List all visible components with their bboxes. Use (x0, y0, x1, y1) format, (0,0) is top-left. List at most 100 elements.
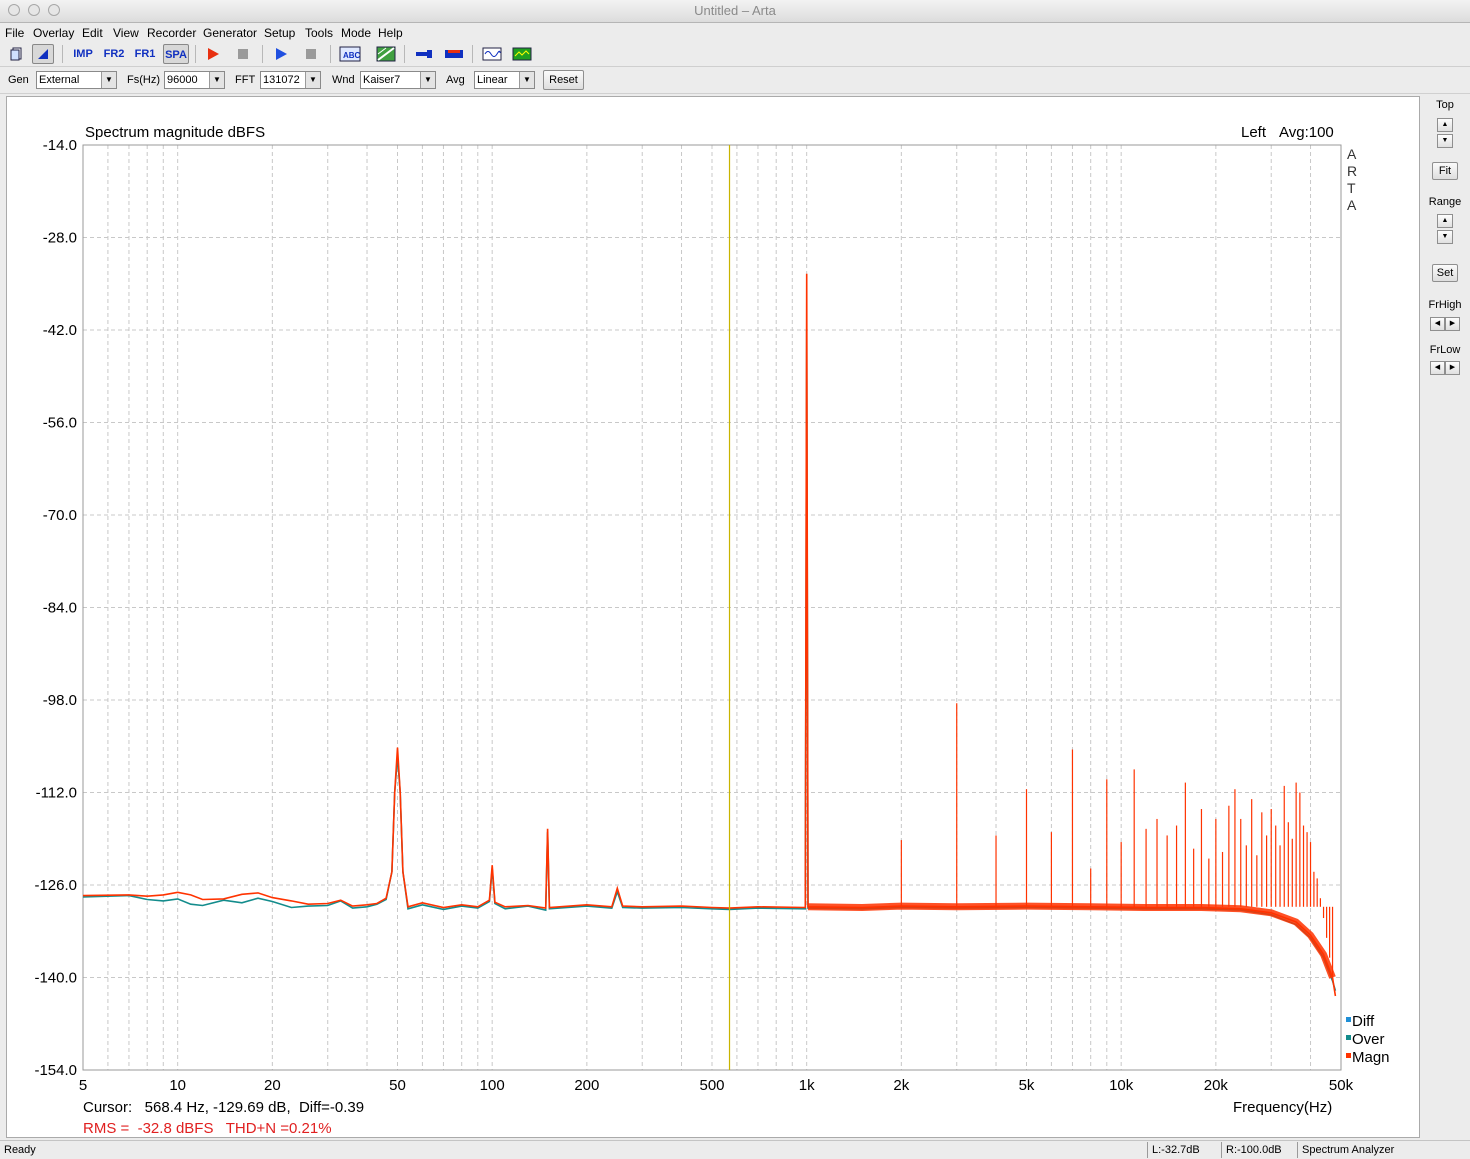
probe-icon[interactable] (412, 44, 436, 64)
rms-thd-readout: RMS = -32.8 dBFS THD+N =0.21% (83, 1120, 332, 1137)
x-tick-label: 20k (1204, 1077, 1229, 1094)
stop-play-icon[interactable] (300, 44, 322, 64)
x-tick-label: 5 (79, 1077, 87, 1094)
menu-overlay[interactable]: Overlay (33, 26, 74, 40)
legend-swatch-diff (1346, 1017, 1351, 1022)
frhigh-right-button[interactable]: ▶ (1445, 317, 1460, 331)
fr1-mode-button[interactable]: FR1 (132, 44, 158, 64)
status-bar: Ready L:-32.7dB R:-100.0dB Spectrum Anal… (0, 1140, 1470, 1159)
top-label: Top (1436, 99, 1454, 111)
spa-mode-button[interactable]: SPA (163, 44, 189, 64)
x-tick-label: 20 (264, 1077, 281, 1094)
sample-rate-value: 96000 (167, 74, 198, 86)
y-tick-label: -154.0 (34, 1062, 77, 1079)
wave-icon[interactable] (480, 44, 504, 64)
menu-edit[interactable]: Edit (82, 26, 103, 40)
arta-brand-letter: R (1347, 163, 1357, 179)
generator-select[interactable]: External ▼ (36, 71, 117, 89)
set-button[interactable]: Set (1432, 264, 1458, 282)
x-tick-label: 200 (574, 1077, 599, 1094)
menu-file[interactable]: File (5, 26, 24, 40)
frhigh-label: FrHigh (1428, 299, 1462, 311)
window-value: Kaiser7 (363, 74, 401, 86)
y-tick-label: -42.0 (43, 322, 77, 339)
y-tick-label: -112.0 (36, 785, 77, 802)
fr2-mode-button[interactable]: FR2 (101, 44, 127, 64)
menu-tools[interactable]: Tools (305, 26, 333, 40)
range-down-button[interactable]: ▼ (1437, 230, 1453, 244)
frlow-right-button[interactable]: ▶ (1445, 361, 1460, 375)
record-icon[interactable] (202, 44, 224, 64)
x-tick-label: 500 (699, 1077, 724, 1094)
frhigh-left-button[interactable]: ◀ (1430, 317, 1445, 331)
fft-size-value: 131072 (263, 74, 300, 86)
fft-label: FFT (235, 74, 256, 86)
window-select[interactable]: Kaiser7 ▼ (360, 71, 436, 89)
series-line-over (82, 329, 1337, 991)
sample-rate-select[interactable]: 96000 ▼ (164, 71, 225, 89)
abc-icon[interactable]: ABC (338, 44, 362, 64)
open-overlay-icon[interactable] (32, 44, 54, 64)
x-tick-label: 10 (169, 1077, 186, 1094)
status-ready: Ready (4, 1144, 36, 1156)
toolbar: IMP FR2 FR1 SPA ABC (0, 42, 1470, 67)
x-tick-label: 1k (799, 1077, 815, 1094)
x-tick-label: 50k (1329, 1077, 1354, 1094)
legend-magn: Magn (1352, 1049, 1390, 1066)
x-tick-label: 2k (893, 1077, 909, 1094)
menu-recorder[interactable]: Recorder (147, 26, 196, 40)
frlow-left-button[interactable]: ◀ (1430, 361, 1445, 375)
x-tick-label: 5k (1019, 1077, 1035, 1094)
legend-swatch-magn (1346, 1053, 1351, 1058)
plot-title: Spectrum magnitude dBFS (85, 124, 265, 141)
fft-size-select[interactable]: 131072 ▼ (260, 71, 321, 89)
fit-button[interactable]: Fit (1432, 162, 1458, 180)
chevron-down-icon: ▼ (420, 72, 435, 88)
play-icon[interactable] (270, 44, 292, 64)
wnd-label: Wnd (332, 74, 355, 86)
y-tick-label: -70.0 (43, 507, 77, 524)
noise-band (807, 902, 1336, 979)
left-level-readout: L:-32.7dB (1147, 1142, 1219, 1158)
legend-swatch-over (1346, 1035, 1351, 1040)
menu-generator[interactable]: Generator (203, 26, 257, 40)
y-tick-label: -28.0 (43, 230, 77, 247)
svg-text:ABC: ABC (343, 51, 361, 60)
menu-view[interactable]: View (113, 26, 139, 40)
range-label: Range (1428, 196, 1462, 208)
stop-record-icon[interactable] (232, 44, 254, 64)
legend-diff: Diff (1352, 1013, 1375, 1030)
spectrum-plot-panel: -14.0 -28.0 -42.0 -56.0 -70.0 -84.0 -98.0 -112.… (6, 96, 1420, 1138)
reset-button[interactable]: Reset (543, 70, 584, 90)
frlow-label: FrLow (1429, 344, 1461, 356)
menu-mode[interactable]: Mode (341, 26, 371, 40)
y-tick-label: -84.0 (43, 600, 77, 617)
chevron-down-icon: ▼ (209, 72, 224, 88)
mode-readout: Spectrum Analyzer (1297, 1142, 1449, 1158)
new-document-icon[interactable] (6, 44, 28, 64)
chevron-down-icon: ▼ (101, 72, 116, 88)
x-tick-label: 100 (480, 1077, 505, 1094)
window-title: Untitled – Arta (694, 3, 776, 18)
menu-help[interactable]: Help (378, 26, 403, 40)
scope-icon[interactable] (510, 44, 534, 64)
fs-label: Fs(Hz) (127, 74, 160, 86)
impulse-mode-button[interactable]: IMP (70, 44, 96, 64)
range-up-button[interactable]: ▲ (1437, 214, 1453, 228)
averaging-select[interactable]: Linear ▼ (474, 71, 535, 89)
y-tick-label: -140.0 (34, 970, 77, 987)
y-tick-label: -14.0 (43, 137, 77, 154)
spectrum-chart[interactable]: -14.0 -28.0 -42.0 -56.0 -70.0 -84.0 -98.0 -112.… (7, 97, 1419, 1137)
bars-icon[interactable] (442, 44, 466, 64)
title-bar: Untitled – Arta (0, 0, 1470, 23)
x-axis-label: Frequency(Hz) (1233, 1099, 1332, 1116)
avg-label: Avg (446, 74, 465, 86)
right-level-readout: R:-100.0dB (1221, 1142, 1295, 1158)
top-down-button[interactable]: ▼ (1437, 134, 1453, 148)
x-tick-label: 10k (1109, 1077, 1134, 1094)
top-up-button[interactable]: ▲ (1437, 118, 1453, 132)
pattern-icon[interactable] (374, 44, 398, 64)
x-tick-label: 50 (389, 1077, 406, 1094)
gen-label: Gen (8, 74, 29, 86)
menu-setup[interactable]: Setup (264, 26, 295, 40)
